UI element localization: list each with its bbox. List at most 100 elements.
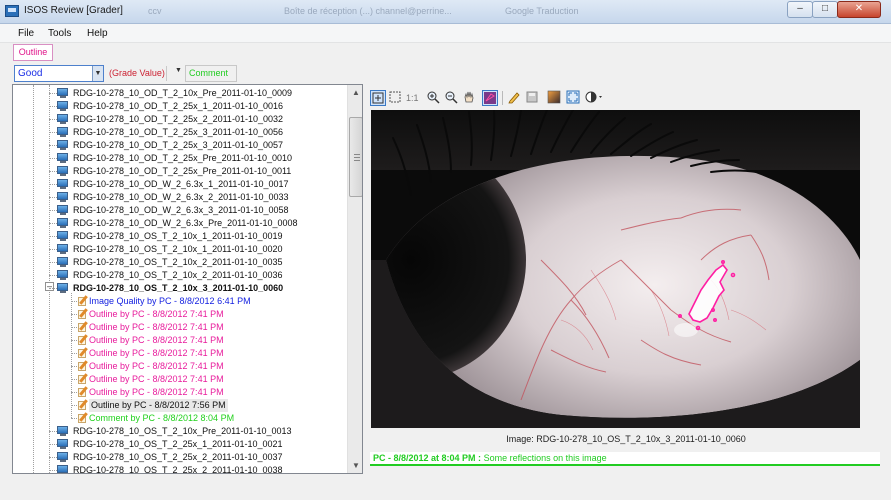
- maximize-button[interactable]: □: [812, 1, 838, 18]
- tree-item-label: RDG-10-278_10_OS_T_2_10x_1_2011-01-10_00…: [73, 244, 283, 254]
- tree-item-label: Comment by PC - 8/8/2012 8:04 PM: [89, 413, 235, 423]
- tree-file-item[interactable]: RDG-10-278_10_OS_T_2_25x_1_2011-01-10_00…: [13, 438, 347, 451]
- chevron-down-icon[interactable]: ▼: [92, 66, 103, 81]
- tree-file-item[interactable]: RDG-10-278_10_OD_T_2_25x_Pre_2011-01-10_…: [13, 165, 347, 178]
- color-adjust-icon[interactable]: [547, 90, 563, 106]
- comment-label: Comment: [189, 68, 229, 78]
- tree-item-label: RDG-10-278_10_OD_W_2_6.3x_Pre_2011-01-10…: [73, 218, 298, 228]
- tree-annotation-item[interactable]: Outline by PC - 8/8/2012 7:41 PM: [13, 360, 347, 373]
- tree-file-item[interactable]: RDG-10-278_10_OD_W_2_6.3x_3_2011-01-10_0…: [13, 204, 347, 217]
- menu-help[interactable]: Help: [87, 28, 108, 39]
- grade-select[interactable]: Good ▼: [14, 65, 104, 82]
- tree-item-label: RDG-10-278_10_OS_T_2_10x_1_2011-01-10_00…: [73, 231, 283, 241]
- tree-file-item[interactable]: RDG-10-278_10_OS_T_2_10x_3_2011-01-10_00…: [13, 282, 347, 295]
- tree-annotation-item[interactable]: Outline by PC - 8/8/2012 7:56 PM: [13, 399, 347, 412]
- tree-connector: [49, 249, 57, 250]
- tree-item-label: Outline by PC - 8/8/2012 7:41 PM: [89, 322, 224, 332]
- tree-annotation-item[interactable]: Outline by PC - 8/8/2012 7:41 PM: [13, 308, 347, 321]
- minimize-button[interactable]: –: [787, 1, 813, 18]
- tree-connector: [49, 171, 57, 172]
- tree-annotation-item[interactable]: Comment by PC - 8/8/2012 8:04 PM: [13, 412, 347, 425]
- tree-file-item[interactable]: RDG-10-278_10_OS_T_2_10x_1_2011-01-10_00…: [13, 243, 347, 256]
- tree-annotation-item[interactable]: Outline by PC - 8/8/2012 7:41 PM: [13, 386, 347, 399]
- comment-text: Some reflections on this image: [483, 453, 607, 463]
- contrast-icon[interactable]: [584, 90, 606, 106]
- tree-item-label: Outline by PC - 8/8/2012 7:41 PM: [89, 374, 224, 384]
- tree-item-label: RDG-10-278_10_OD_T_2_25x_3_2011-01-10_00…: [73, 140, 283, 150]
- scroll-down-icon[interactable]: ▼: [348, 458, 362, 473]
- zoom-actual-size[interactable]: 1:1: [406, 90, 424, 106]
- tree-annotation-item[interactable]: Outline by PC - 8/8/2012 7:41 PM: [13, 373, 347, 386]
- toolbar-separator: [502, 91, 503, 105]
- tree-file-item[interactable]: RDG-10-278_10_OD_W_2_6.3x_1_2011-01-10_0…: [13, 178, 347, 191]
- tree-item-label: RDG-10-278_10_OD_T_2_10x_Pre_2011-01-10_…: [73, 88, 292, 98]
- zoom-in-icon[interactable]: [426, 90, 442, 106]
- tree-item-label: RDG-10-278_10_OD_T_2_25x_2_2011-01-10_00…: [73, 114, 283, 124]
- tree-item-label: RDG-10-278_10_OD_T_2_25x_3_2011-01-10_00…: [73, 127, 283, 137]
- tree-file-item[interactable]: RDG-10-278_10_OD_T_2_10x_Pre_2011-01-10_…: [13, 87, 347, 100]
- tree-file-item[interactable]: RDG-10-278_10_OD_T_2_25x_2_2011-01-10_00…: [13, 113, 347, 126]
- tree-item-label: RDG-10-278_10_OD_W_2_6.3x_3_2011-01-10_0…: [73, 205, 289, 215]
- close-button[interactable]: ✕: [837, 1, 881, 18]
- tree-file-item[interactable]: RDG-10-278_10_OD_T_2_25x_3_2011-01-10_00…: [13, 126, 347, 139]
- grip-line: [354, 157, 360, 158]
- image-file-icon: [57, 270, 70, 280]
- image-file-icon: [57, 88, 70, 98]
- fit-window-icon[interactable]: [370, 90, 386, 106]
- tree-scrollbar[interactable]: ▲ ▼: [347, 85, 362, 473]
- comment-dropdown-icon[interactable]: ▼: [175, 67, 182, 74]
- tree-file-item[interactable]: RDG-10-278_10_OD_W_2_6.3x_Pre_2011-01-10…: [13, 217, 347, 230]
- tree-item-label: RDG-10-278_10_OD_T_2_25x_Pre_2011-01-10_…: [73, 153, 292, 163]
- tree-annotation-item[interactable]: Outline by PC - 8/8/2012 7:41 PM: [13, 334, 347, 347]
- menu-file[interactable]: File: [18, 28, 34, 39]
- scrollbar-thumb[interactable]: [349, 117, 362, 197]
- tree-connector: [49, 145, 57, 146]
- title-bar: ISOS Review [Grader] ccv Boîte de récept…: [0, 0, 891, 24]
- outline-overlay-icon[interactable]: [482, 90, 498, 106]
- tree-annotation-item[interactable]: Outline by PC - 8/8/2012 7:41 PM: [13, 347, 347, 360]
- tree-connector: [49, 223, 57, 224]
- zoom-out-icon[interactable]: [444, 90, 460, 106]
- grip-line: [354, 160, 360, 161]
- tree-annotation-item[interactable]: Image Quality by PC - 8/8/2012 6:41 PM: [13, 295, 347, 308]
- save-icon[interactable]: [525, 90, 541, 106]
- image-file-icon: [57, 140, 70, 150]
- tree-item-label: RDG-10-278_10_OS_T_2_25x_2_2011-01-10_00…: [73, 465, 283, 473]
- outline-button[interactable]: Outline: [13, 44, 53, 61]
- tree-item-label: Outline by PC - 8/8/2012 7:41 PM: [89, 348, 224, 358]
- tree-file-item[interactable]: RDG-10-278_10_OS_T_2_25x_2_2011-01-10_00…: [13, 464, 347, 473]
- tree-item-label: RDG-10-278_10_OS_T_2_25x_1_2011-01-10_00…: [73, 439, 283, 449]
- annotation-doc-icon: [77, 295, 88, 307]
- pencil-icon[interactable]: [507, 90, 523, 106]
- tree-file-item[interactable]: RDG-10-278_10_OS_T_2_10x_1_2011-01-10_00…: [13, 230, 347, 243]
- tree-connector: [49, 197, 57, 198]
- select-rect-icon[interactable]: [388, 90, 404, 106]
- tree-file-item[interactable]: RDG-10-278_10_OD_T_2_25x_Pre_2011-01-10_…: [13, 152, 347, 165]
- tree-file-item[interactable]: RDG-10-278_10_OD_W_2_6.3x_2_2011-01-10_0…: [13, 191, 347, 204]
- tree-file-item[interactable]: RDG-10-278_10_OD_T_2_25x_1_2011-01-10_00…: [13, 100, 347, 113]
- tree-file-item[interactable]: RDG-10-278_10_OS_T_2_10x_2_2011-01-10_00…: [13, 269, 347, 282]
- menu-tools[interactable]: Tools: [48, 28, 71, 39]
- image-file-icon: [57, 244, 70, 254]
- menu-bar: File Tools Help: [0, 24, 891, 43]
- image-file-icon: [57, 218, 70, 228]
- status-bar: [0, 490, 891, 500]
- image-file-icon: [57, 127, 70, 137]
- tree-connector: [49, 184, 57, 185]
- tree-file-item[interactable]: RDG-10-278_10_OS_T_2_10x_2_2011-01-10_00…: [13, 256, 347, 269]
- scroll-up-icon[interactable]: ▲: [348, 85, 362, 100]
- pan-hand-icon[interactable]: [462, 90, 478, 106]
- tree-file-item[interactable]: RDG-10-278_10_OS_T_2_25x_2_2011-01-10_00…: [13, 451, 347, 464]
- image-file-icon: [57, 257, 70, 267]
- eye-image[interactable]: [371, 110, 860, 428]
- tree-content: – RDG-10-278_10_OD_T_2_10x_Pre_2011-01-1…: [13, 85, 347, 473]
- annotation-doc-icon: [77, 360, 88, 372]
- tree-annotation-item[interactable]: Outline by PC - 8/8/2012 7:41 PM: [13, 321, 347, 334]
- image-file-icon: [57, 166, 70, 176]
- tree-item-label: RDG-10-278_10_OD_T_2_25x_1_2011-01-10_00…: [73, 101, 283, 111]
- tree-item-label: RDG-10-278_10_OS_T_2_10x_2_2011-01-10_00…: [73, 257, 283, 267]
- tree-connector: [49, 93, 57, 94]
- fullscreen-icon[interactable]: [566, 90, 582, 106]
- tree-file-item[interactable]: RDG-10-278_10_OS_T_2_10x_Pre_2011-01-10_…: [13, 425, 347, 438]
- tree-file-item[interactable]: RDG-10-278_10_OD_T_2_25x_3_2011-01-10_00…: [13, 139, 347, 152]
